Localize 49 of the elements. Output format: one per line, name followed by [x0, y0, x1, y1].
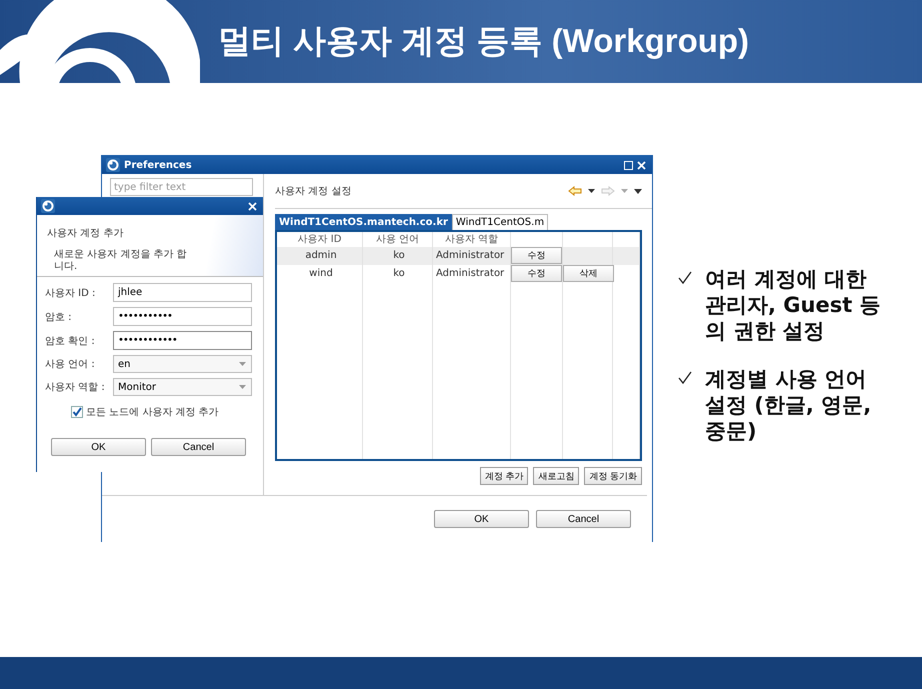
- app-icon: [41, 199, 55, 213]
- dialog-button[interactable]: Cancel: [151, 438, 246, 456]
- close-icon[interactable]: [637, 160, 646, 170]
- page-title: 사용자 계정 설정: [275, 185, 352, 198]
- menu-dropdown-icon[interactable]: [634, 188, 642, 194]
- window-title: Preferences: [124, 160, 192, 170]
- action-button[interactable]: 새로고침: [533, 467, 580, 485]
- checkbox-label: 모든 노드에 사용자 계정 추가: [86, 406, 219, 419]
- check-icon: [678, 371, 692, 385]
- dropdown[interactable]: Monitor: [113, 378, 252, 396]
- back-arrow-icon[interactable]: [568, 186, 582, 196]
- row-button[interactable]: 수정: [511, 265, 562, 282]
- dialog-button[interactable]: OK: [51, 438, 146, 456]
- table-cell: ko: [363, 247, 433, 265]
- dialog-description: 새로운 사용자 계정을 추가 합니다.: [53, 249, 188, 273]
- filter-field[interactable]: type filter text: [110, 178, 253, 196]
- field-label: 암호 확인 :: [45, 334, 96, 348]
- field-label: 사용자 ID :: [45, 286, 96, 300]
- check-icon: [678, 271, 692, 285]
- table-cell: Administrator: [433, 247, 511, 265]
- field-label: 암호 :: [45, 310, 73, 324]
- field-label: 사용 언어 :: [45, 358, 96, 371]
- input-field[interactable]: jhlee: [113, 283, 252, 302]
- bullet-text: 여러 계정에 대한 관리자, Guest 등의 권한 설정: [705, 266, 882, 344]
- row-button[interactable]: 삭제: [563, 265, 614, 282]
- password-field[interactable]: •••••••••••: [113, 307, 252, 326]
- slide-title: 멀티 사용자 계정 등록 (Workgroup): [218, 21, 750, 61]
- bullet-text: 계정별 사용 언어 설정 (한글, 영문, 중문): [705, 366, 872, 444]
- dialog-heading: 사용자 계정 추가: [47, 227, 124, 240]
- close-icon[interactable]: [248, 202, 257, 210]
- field-label: 사용자 역할 :: [45, 381, 106, 394]
- dropdown-arrow-icon: [239, 385, 246, 389]
- table-cell: admin: [277, 247, 363, 265]
- action-button[interactable]: 계정 동기화: [584, 467, 642, 485]
- password-field[interactable]: ••••••••••••: [113, 331, 252, 350]
- app-icon: [106, 158, 120, 172]
- dropdown-icon[interactable]: [588, 189, 595, 193]
- row-button[interactable]: 수정: [511, 247, 562, 264]
- tab[interactable]: WindT1CentOS.mantech.co.kr: [275, 214, 452, 230]
- checkbox[interactable]: [71, 406, 83, 418]
- tab[interactable]: WindT1CentOS.m: [452, 214, 548, 230]
- dropdown-arrow-icon: [239, 362, 246, 366]
- dialog-button[interactable]: Cancel: [536, 510, 631, 528]
- action-button[interactable]: 계정 추가: [480, 467, 528, 485]
- maximize-icon[interactable]: [624, 160, 633, 170]
- table-cell: ko: [363, 265, 433, 283]
- table-cell: wind: [277, 265, 363, 283]
- dialog-button[interactable]: OK: [434, 510, 529, 528]
- dropdown[interactable]: en: [113, 355, 252, 373]
